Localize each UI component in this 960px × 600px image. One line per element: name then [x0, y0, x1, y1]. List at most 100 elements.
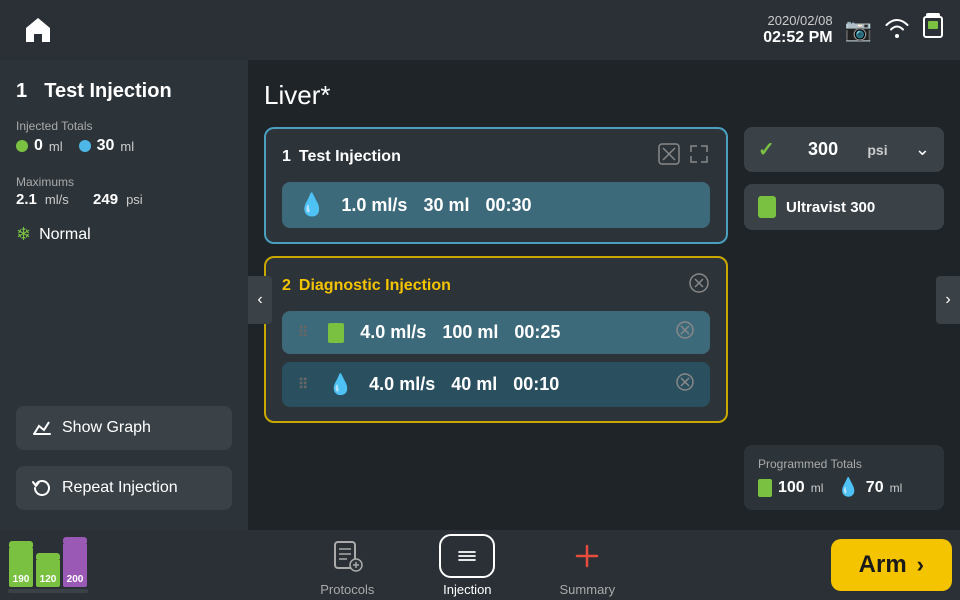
saline-dot — [79, 140, 91, 152]
syringe-3: 200 — [63, 537, 87, 587]
show-graph-button[interactable]: Show Graph — [16, 406, 232, 450]
protocols-icon-wrap — [319, 534, 375, 578]
header: 2020/02/08 02:52 PM 📷 — [0, 0, 960, 60]
max-rate: 2.1 — [16, 191, 37, 208]
pressure-unit: psi — [867, 142, 887, 158]
test-injection-card: 1 Test Injection — [264, 127, 728, 244]
contrast-agent-label: Ultravist 300 — [786, 199, 875, 216]
pressure-control[interactable]: ✓ 300 psi ⌄ — [744, 127, 944, 172]
right-panel-expand-button[interactable]: › — [936, 276, 960, 324]
protocols-icon — [331, 540, 363, 572]
card1-edit-icon[interactable] — [658, 143, 680, 170]
test-duration: 00:30 — [485, 195, 531, 216]
datetime: 2020/02/08 02:52 PM — [763, 13, 832, 48]
status-row: ❄ Normal — [16, 224, 232, 245]
arm-chevron-icon: › — [917, 552, 924, 578]
protocols-label: Protocols — [320, 582, 374, 597]
saline-value: 30 — [97, 137, 115, 155]
drop-icon-prog: 💧 — [837, 477, 859, 498]
power-icon — [922, 13, 944, 47]
nav-protocols[interactable]: Protocols — [307, 534, 387, 597]
nav-injection[interactable]: Injection — [427, 534, 507, 597]
maximums-label: Maximums — [16, 175, 232, 189]
repeat-injection-label: Repeat Injection — [62, 479, 178, 497]
summary-icon-wrap — [559, 534, 615, 578]
syringe-status: 190 120 200 — [8, 537, 88, 593]
injected-totals: Injected Totals 0 ml 30 ml — [16, 115, 232, 155]
test-injection-title: 1 Test Injection — [282, 148, 401, 166]
cards-and-controls: 1 Test Injection — [264, 127, 944, 510]
programmed-totals: Programmed Totals 100 ml 💧 70 ml — [744, 445, 944, 510]
header-right: 2020/02/08 02:52 PM 📷 — [763, 13, 944, 48]
prog-saline-value: 70 — [866, 479, 884, 497]
bottom-nav: Protocols Injection Summary — [104, 534, 831, 597]
summary-icon — [571, 540, 603, 572]
card2-icons — [688, 272, 710, 299]
card2-title-text: Diagnostic Injection — [299, 277, 451, 295]
sidebar-step-title: 1 Test Injection — [16, 80, 232, 103]
pressure-dropdown-button[interactable]: ⌄ — [915, 139, 930, 160]
injection-icon-wrap — [439, 534, 495, 578]
max-rate-unit: ml/s — [45, 192, 69, 207]
date-display: 2020/02/08 — [763, 13, 832, 29]
card1-expand-icon[interactable] — [688, 143, 710, 170]
show-graph-label: Show Graph — [62, 419, 151, 437]
diag-contrast-duration: 00:25 — [514, 322, 560, 343]
contrast-value: 0 — [34, 137, 43, 155]
diag-contrast-row[interactable]: ⠿ 4.0 ml/s 100 ml 00:25 — [282, 311, 710, 354]
diag-saline-remove[interactable] — [676, 373, 694, 396]
step-number: 1 — [16, 80, 27, 102]
drag-handle-1[interactable]: ⠿ — [298, 324, 308, 341]
diag-contrast-rate: 4.0 ml/s — [360, 322, 426, 343]
syringe-2: 120 — [36, 553, 60, 587]
prog-saline: 💧 70 ml — [837, 477, 902, 498]
diag-saline-duration: 00:10 — [513, 374, 559, 395]
diag-saline-volume: 40 ml — [451, 374, 497, 395]
wifi-icon — [884, 16, 910, 44]
repeat-injection-button[interactable]: Repeat Injection — [16, 466, 232, 510]
repeat-icon — [32, 478, 52, 498]
contrast-total: 0 ml — [16, 137, 63, 155]
camera-icon: 📷 — [845, 17, 872, 43]
time-display: 02:52 PM — [763, 28, 832, 47]
syringe-1: 190 — [9, 541, 33, 587]
test-rate: 1.0 ml/s — [341, 195, 407, 216]
card2-close-icon[interactable] — [688, 272, 710, 299]
card1-number: 1 — [282, 148, 291, 166]
contrast-agent-button[interactable]: Ultravist 300 — [744, 184, 944, 230]
test-injection-row[interactable]: 💧 1.0 ml/s 30 ml 00:30 — [282, 182, 710, 228]
sidebar: 1 Test Injection Injected Totals 0 ml 30… — [0, 60, 248, 530]
cards-column: 1 Test Injection — [264, 127, 728, 510]
saline-total: 30 ml — [79, 137, 135, 155]
prog-contrast-icon — [758, 479, 772, 497]
saline-unit: ml — [120, 139, 134, 154]
diag-saline-rate: 4.0 ml/s — [369, 374, 435, 395]
max-pressure: 249 — [93, 191, 118, 208]
max-pressure-unit: psi — [126, 192, 143, 207]
sidebar-title-text: Test Injection — [44, 80, 171, 102]
injected-totals-label: Injected Totals — [16, 119, 232, 133]
prog-saline-unit: ml — [890, 481, 903, 495]
prog-contrast-unit: ml — [811, 481, 824, 495]
prog-contrast-value: 100 — [778, 479, 805, 497]
prog-contrast: 100 ml — [758, 479, 823, 497]
syringe-icon — [328, 323, 344, 343]
drag-handle-2[interactable]: ⠿ — [298, 376, 308, 393]
bottom-bar: 190 120 200 — [0, 530, 960, 600]
programmed-totals-label: Programmed Totals — [758, 457, 930, 471]
card2-number: 2 — [282, 277, 291, 295]
nav-summary[interactable]: Summary — [547, 534, 627, 597]
sidebar-collapse-button[interactable]: ‹ — [248, 276, 272, 324]
home-button[interactable] — [16, 8, 60, 52]
card1-title-text: Test Injection — [299, 148, 401, 166]
arm-button[interactable]: Arm › — [831, 539, 952, 591]
graph-icon — [32, 418, 52, 438]
arm-label: Arm — [859, 551, 907, 579]
contrast-icon — [758, 196, 776, 218]
diag-contrast-volume: 100 ml — [442, 322, 498, 343]
diag-contrast-remove[interactable] — [676, 321, 694, 344]
snowflake-icon: ❄ — [16, 224, 31, 245]
diag-saline-row[interactable]: ⠿ 💧 4.0 ml/s 40 ml 00:10 — [282, 362, 710, 407]
diagnostic-injection-card: 2 Diagnostic Injection — [264, 256, 728, 423]
test-volume: 30 ml — [423, 195, 469, 216]
